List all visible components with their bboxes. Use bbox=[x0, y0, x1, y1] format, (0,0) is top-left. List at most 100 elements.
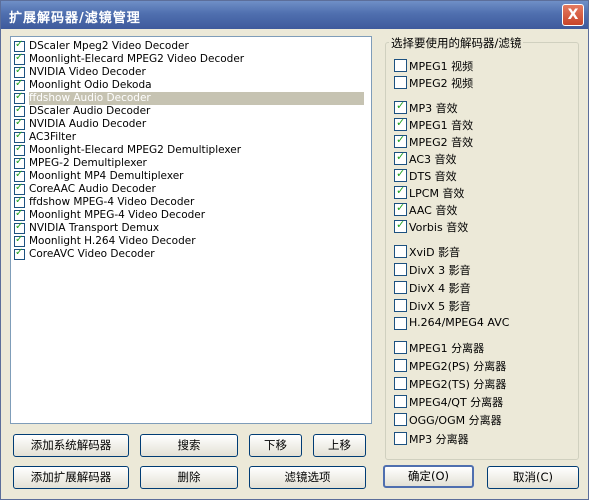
move-up-button[interactable]: 上移 bbox=[313, 434, 366, 457]
cancel-button[interactable]: 取消(C) bbox=[487, 466, 579, 489]
option-label: MP3 分离器 bbox=[409, 433, 469, 446]
checkbox-icon[interactable] bbox=[14, 182, 25, 195]
list-item-label: CoreAVC Video Decoder bbox=[29, 248, 155, 260]
option-label: LPCM 音效 bbox=[409, 187, 465, 200]
checkbox-icon[interactable] bbox=[394, 281, 407, 294]
checkbox-icon[interactable] bbox=[394, 116, 407, 131]
checkbox-icon[interactable] bbox=[394, 359, 407, 372]
checkbox-icon[interactable] bbox=[14, 169, 25, 182]
list-item[interactable]: Moonlight-Elecard MPEG2 Video Decoder bbox=[14, 52, 367, 66]
option-label: XviD 影音 bbox=[409, 246, 461, 259]
list-item[interactable]: Moonlight MPEG-4 Video Decoder bbox=[14, 208, 367, 222]
checkbox-icon[interactable] bbox=[14, 234, 25, 247]
list-item-label: Moonlight-Elecard MPEG2 Demultiplexer bbox=[29, 144, 242, 156]
checkbox-icon[interactable] bbox=[14, 78, 25, 91]
option-label: MPEG4/QT 分离器 bbox=[409, 396, 504, 409]
ok-button[interactable]: 确定(O) bbox=[383, 465, 474, 488]
checkbox-icon[interactable] bbox=[394, 413, 407, 426]
list-item-label: DScaler Mpeg2 Video Decoder bbox=[29, 40, 189, 52]
delete-button[interactable]: 删除 bbox=[140, 466, 238, 489]
checkbox-icon[interactable] bbox=[394, 395, 407, 408]
checkbox-icon[interactable] bbox=[14, 247, 25, 260]
title-bar: 扩展解码器/滤镜管理 X bbox=[1, 1, 588, 29]
list-item-label: Moonlight Odio Dekoda bbox=[29, 79, 152, 91]
option-label: MPEG2 视频 bbox=[409, 77, 474, 90]
list-item[interactable]: DScaler Mpeg2 Video Decoder bbox=[14, 39, 367, 53]
checkbox-icon[interactable] bbox=[14, 39, 25, 52]
list-item[interactable]: NVIDIA Audio Decoder bbox=[14, 117, 367, 131]
checkbox-icon[interactable] bbox=[394, 133, 407, 148]
checkbox-icon[interactable] bbox=[14, 195, 25, 208]
filter-options-button[interactable]: 滤镜选项 bbox=[249, 466, 366, 489]
list-item-selected[interactable]: ffdshow Audio Decoder bbox=[14, 91, 367, 105]
list-item-label: NVIDIA Audio Decoder bbox=[29, 118, 147, 130]
checkbox-icon[interactable] bbox=[394, 99, 407, 114]
checkbox-icon[interactable] bbox=[394, 299, 407, 312]
checkbox-icon[interactable] bbox=[394, 59, 407, 72]
list-item-label: AC3Filter bbox=[29, 131, 77, 143]
option-label: MPEG2 音效 bbox=[409, 136, 474, 149]
checkbox-icon[interactable] bbox=[14, 221, 25, 234]
list-item-label: Moonlight MPEG-4 Video Decoder bbox=[29, 209, 206, 221]
option-label: MPEG1 音效 bbox=[409, 119, 474, 132]
checkbox-icon[interactable] bbox=[394, 341, 407, 354]
option-label: AC3 音效 bbox=[409, 153, 457, 166]
checkbox-icon[interactable] bbox=[394, 76, 407, 89]
list-item[interactable]: NVIDIA Video Decoder bbox=[14, 65, 367, 79]
checkbox-icon[interactable] bbox=[394, 167, 407, 182]
list-item-label: Moonlight MP4 Demultiplexer bbox=[29, 170, 184, 182]
list-item-label: NVIDIA Video Decoder bbox=[29, 66, 146, 78]
list-item-label: Moonlight-Elecard MPEG2 Video Decoder bbox=[29, 53, 245, 65]
list-item-label: CoreAAC Audio Decoder bbox=[29, 183, 156, 195]
option-label: H.264/MPEG4 AVC bbox=[409, 316, 510, 329]
filter-list[interactable]: DScaler Mpeg2 Video Decoder Moonlight-El… bbox=[10, 36, 372, 424]
list-item-label: ffdshow Audio Decoder bbox=[29, 92, 364, 105]
option-label: OGG/OGM 分离器 bbox=[409, 414, 502, 427]
checkbox-icon[interactable] bbox=[394, 432, 407, 445]
option-label: DivX 3 影音 bbox=[409, 264, 471, 277]
checkbox-icon[interactable] bbox=[394, 184, 407, 199]
list-item[interactable]: Moonlight H.264 Video Decoder bbox=[14, 234, 367, 248]
checkbox-icon[interactable] bbox=[14, 117, 25, 130]
checkbox-icon[interactable] bbox=[14, 91, 25, 104]
list-item[interactable]: ffdshow MPEG-4 Video Decoder bbox=[14, 195, 367, 209]
list-item[interactable]: AC3Filter bbox=[14, 130, 367, 144]
list-item[interactable]: Moonlight Odio Dekoda bbox=[14, 78, 367, 92]
list-item-label: DScaler Audio Decoder bbox=[29, 105, 151, 117]
decoder-manager-window: 扩展解码器/滤镜管理 X DScaler Mpeg2 Video Decoder… bbox=[0, 0, 589, 500]
checkbox-icon[interactable] bbox=[394, 218, 407, 233]
checkbox-icon[interactable] bbox=[394, 317, 407, 330]
checkbox-icon[interactable] bbox=[394, 245, 407, 258]
add-extension-decoder-button[interactable]: 添加扩展解码器 bbox=[13, 466, 129, 489]
list-item[interactable]: Moonlight-Elecard MPEG2 Demultiplexer bbox=[14, 143, 367, 157]
move-down-button[interactable]: 下移 bbox=[249, 434, 302, 457]
close-button[interactable]: X bbox=[562, 4, 584, 26]
add-system-decoder-button[interactable]: 添加系统解码器 bbox=[13, 434, 129, 457]
list-item[interactable]: NVIDIA Transport Demux bbox=[14, 221, 367, 235]
checkbox-icon[interactable] bbox=[14, 143, 25, 156]
checkbox-icon[interactable] bbox=[14, 130, 25, 143]
option-label: MP3 音效 bbox=[409, 102, 458, 115]
option-label: Vorbis 音效 bbox=[409, 221, 469, 234]
option-label: MPEG2(TS) 分离器 bbox=[409, 378, 507, 391]
list-item-label: Moonlight H.264 Video Decoder bbox=[29, 235, 196, 247]
list-item[interactable]: MPEG-2 Demultiplexer bbox=[14, 156, 367, 170]
option-label: DivX 4 影音 bbox=[409, 282, 471, 295]
list-item[interactable]: CoreAVC Video Decoder bbox=[14, 247, 367, 261]
list-item[interactable]: DScaler Audio Decoder bbox=[14, 104, 367, 118]
list-item[interactable]: Moonlight MP4 Demultiplexer bbox=[14, 169, 367, 183]
checkbox-icon[interactable] bbox=[14, 156, 25, 169]
list-item[interactable]: CoreAAC Audio Decoder bbox=[14, 182, 367, 196]
checkbox-icon[interactable] bbox=[394, 377, 407, 390]
checkbox-icon[interactable] bbox=[14, 65, 25, 78]
checkbox-icon[interactable] bbox=[394, 150, 407, 165]
checkbox-icon[interactable] bbox=[394, 263, 407, 276]
option-label: AAC 音效 bbox=[409, 204, 458, 217]
options-group-title: 选择要使用的解码器/滤镜 bbox=[389, 35, 524, 51]
list-item-label: MPEG-2 Demultiplexer bbox=[29, 157, 147, 169]
search-button[interactable]: 搜索 bbox=[140, 434, 238, 457]
checkbox-icon[interactable] bbox=[394, 201, 407, 216]
checkbox-icon[interactable] bbox=[14, 208, 25, 221]
checkbox-icon[interactable] bbox=[14, 104, 25, 117]
checkbox-icon[interactable] bbox=[14, 52, 25, 65]
